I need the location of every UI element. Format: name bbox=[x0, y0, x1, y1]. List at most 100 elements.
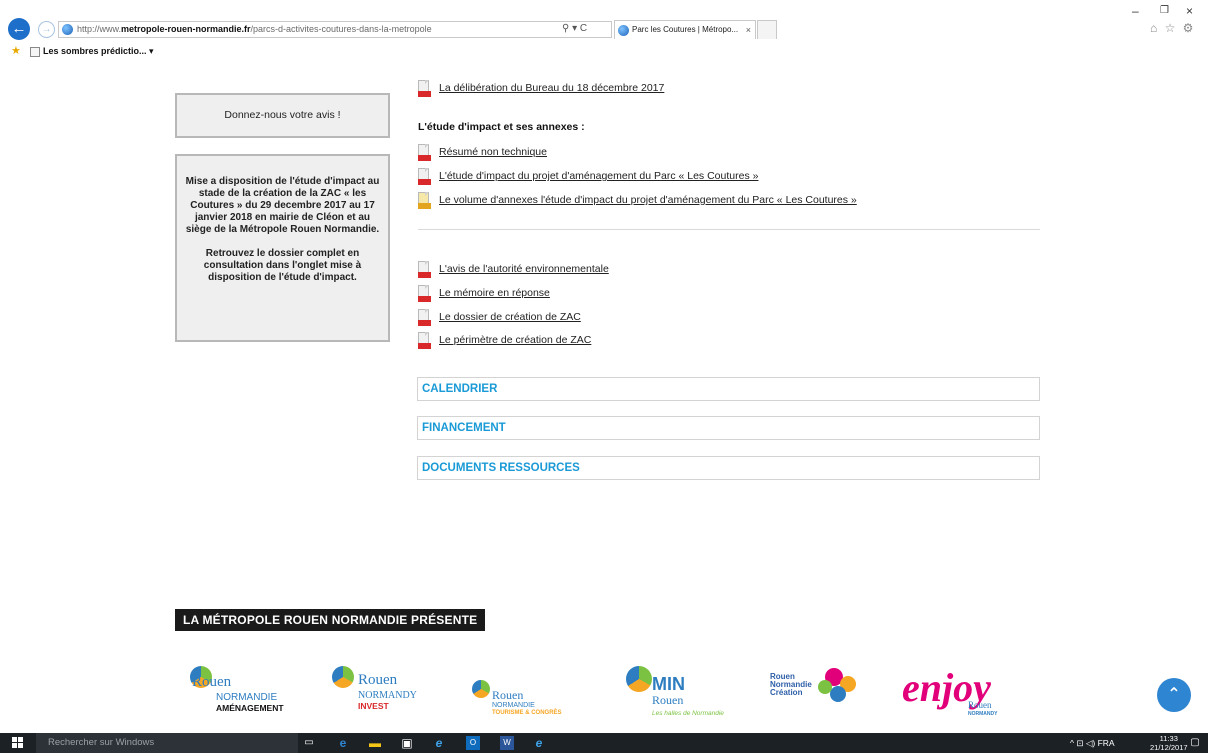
system-tray[interactable]: ^ ⊡ ◁) FRA bbox=[1070, 733, 1115, 753]
document-link[interactable]: Le dossier de création de ZAC bbox=[439, 311, 581, 323]
logo-line-1: Rouen bbox=[358, 672, 398, 688]
favorite-item[interactable]: Les sombres prédictio... ▾ bbox=[43, 42, 154, 61]
logo-line-2: Rouen bbox=[652, 693, 684, 707]
accordion-calendrier[interactable]: CALENDRIER bbox=[417, 377, 1040, 401]
accordion-financement[interactable]: FINANCEMENT bbox=[417, 416, 1040, 440]
logo-line-3: INVEST bbox=[358, 701, 389, 711]
outlook-icon[interactable]: O bbox=[466, 736, 480, 750]
task-view-icon[interactable]: ▭ bbox=[302, 736, 316, 750]
document-link[interactable]: Résumé non technique bbox=[439, 146, 547, 158]
presents-banner: LA MÉTROPOLE ROUEN NORMANDIE PRÉSENTE bbox=[175, 609, 486, 631]
document-item: Le volume d'annexes l'étude d'impact du … bbox=[418, 191, 857, 209]
feedback-box[interactable]: Donnez-nous votre avis ! bbox=[175, 93, 390, 138]
pdf-icon bbox=[418, 143, 432, 161]
url-domain: metropole-rouen-normandie.fr bbox=[121, 24, 251, 34]
document-item: Résumé non technique bbox=[418, 143, 547, 161]
logo-line-2: NORMANDIE bbox=[216, 692, 278, 703]
pdf-icon bbox=[418, 79, 432, 97]
minimize-icon[interactable]: – bbox=[1132, 4, 1139, 18]
scroll-to-top-button[interactable]: ⌃ bbox=[1157, 678, 1191, 712]
impact-heading: L'étude d'impact et ses annexes : bbox=[418, 121, 585, 133]
document-item: La délibération du Bureau du 18 décembre… bbox=[418, 79, 664, 97]
edge-icon[interactable]: e bbox=[336, 736, 350, 750]
notifications-icon[interactable]: ▢ bbox=[1188, 736, 1202, 750]
logo-rouen-normandy-invest[interactable]: Rouen NORMANDY INVEST bbox=[332, 660, 442, 720]
tab-close-icon[interactable]: × bbox=[746, 21, 751, 39]
forward-button[interactable]: → bbox=[38, 21, 55, 38]
flower-petal-icon bbox=[818, 680, 832, 694]
document-item: Le périmètre de création de ZAC bbox=[418, 331, 591, 349]
tab-title: Parc les Coutures | Métropo... bbox=[632, 25, 739, 34]
url-path: /parcs-d-activites-coutures-dans-la-metr… bbox=[250, 24, 432, 34]
back-button[interactable]: ← bbox=[8, 18, 30, 40]
logo-line-3: NORMANDY bbox=[968, 711, 998, 717]
pdf-icon bbox=[418, 260, 432, 278]
document-link[interactable]: Le périmètre de création de ZAC bbox=[439, 334, 591, 346]
tab-active[interactable]: Parc les Coutures | Métropo... × bbox=[614, 20, 756, 39]
pdf-icon bbox=[418, 331, 432, 349]
favorite-page-icon bbox=[30, 47, 40, 57]
taskbar-search-input[interactable]: Rechercher sur Windows bbox=[36, 733, 298, 753]
logo-line-2: Rouen bbox=[968, 700, 992, 710]
notice-box: Mise a disposition de l'étude d'impact a… bbox=[175, 154, 390, 342]
favorites-star-icon[interactable]: ★ bbox=[11, 42, 21, 61]
logo-line-2: NORMANDY bbox=[358, 690, 417, 701]
logo-rouen-tourisme[interactable]: Rouen NORMANDIE TOURISME & CONGRÈS bbox=[472, 660, 582, 720]
document-link[interactable]: L'étude d'impact du projet d'aménagement… bbox=[439, 170, 758, 182]
document-link[interactable]: Le mémoire en réponse bbox=[439, 287, 550, 299]
document-link[interactable]: La délibération du Bureau du 18 décembre… bbox=[439, 82, 664, 94]
clock-date: 21/12/2017 bbox=[1150, 743, 1188, 752]
document-item: L'étude d'impact du projet d'aménagement… bbox=[418, 167, 758, 185]
section-divider bbox=[418, 229, 1040, 230]
internet-explorer-active-icon[interactable]: e bbox=[532, 736, 546, 750]
archive-icon bbox=[418, 191, 432, 209]
clock-time: 11:33 bbox=[1159, 734, 1178, 743]
new-tab-button[interactable] bbox=[757, 20, 777, 39]
restore-icon[interactable]: ❐ bbox=[1160, 5, 1169, 16]
file-explorer-icon[interactable]: ▬ bbox=[368, 736, 382, 750]
document-link[interactable]: Le volume d'annexes l'étude d'impact du … bbox=[439, 194, 857, 206]
pdf-icon bbox=[418, 284, 432, 302]
word-icon[interactable]: W bbox=[500, 736, 514, 750]
logo-mark-icon bbox=[332, 666, 354, 688]
logo-min-rouen[interactable]: MIN Rouen Les halles de Normandie bbox=[626, 660, 738, 720]
logo-rouen-normandie-amenagement[interactable]: Rouen NORMANDIE AMÉNAGEMENT bbox=[190, 660, 300, 720]
close-window-icon[interactable]: × bbox=[1186, 4, 1193, 18]
address-bar[interactable]: http://www.metropole-rouen-normandie.fr/… bbox=[58, 21, 612, 38]
logo-line-1: MIN bbox=[652, 674, 685, 694]
notice-paragraph-1: Mise a disposition de l'étude d'impact a… bbox=[185, 176, 380, 235]
notice-paragraph-2: Retrouvez le dossier complet en consulta… bbox=[203, 248, 362, 283]
globe-icon bbox=[62, 24, 73, 35]
address-tools[interactable]: ⚲ ▾ C bbox=[562, 21, 587, 36]
windows-start-icon[interactable] bbox=[12, 737, 24, 749]
logo-line-1: Rouen bbox=[192, 674, 232, 690]
logo-mark-icon bbox=[626, 666, 652, 692]
document-item: Le dossier de création de ZAC bbox=[418, 308, 581, 326]
document-item: L'avis de l'autorité environnementale bbox=[418, 260, 609, 278]
logo-line-3: Création bbox=[770, 688, 803, 697]
pdf-icon bbox=[418, 167, 432, 185]
logo-line-3: TOURISME & CONGRÈS bbox=[492, 710, 562, 716]
tab-globe-icon bbox=[618, 25, 629, 36]
internet-explorer-icon[interactable]: e bbox=[432, 736, 446, 750]
flower-petal-icon bbox=[830, 686, 846, 702]
logo-rouen-normandie-creation[interactable]: Rouen Normandie Création bbox=[770, 660, 875, 720]
browser-chrome: ← → http://www.metropole-rouen-normandie… bbox=[0, 0, 1208, 62]
chevron-up-icon: ⌃ bbox=[1167, 686, 1181, 703]
windows-taskbar: Rechercher sur Windows ▭ e ▬ ▣ e O W e ^… bbox=[0, 733, 1208, 753]
logo-line-3: Les halles de Normandie bbox=[652, 710, 724, 717]
arrow-right-icon: → bbox=[41, 24, 52, 35]
url-prefix: http://www. bbox=[77, 24, 122, 34]
taskbar-clock[interactable]: 11:33 21/12/2017 bbox=[1150, 734, 1188, 752]
store-icon[interactable]: ▣ bbox=[400, 736, 414, 750]
document-item: Le mémoire en réponse bbox=[418, 284, 550, 302]
logo-enjoy-rouen[interactable]: enjoy Rouen NORMANDY bbox=[902, 660, 1027, 720]
logo-line-3: AMÉNAGEMENT bbox=[216, 703, 284, 713]
accordion-documents-ressources[interactable]: DOCUMENTS RESSOURCES bbox=[417, 456, 1040, 480]
browser-toolbar-icons[interactable]: ⌂ ☆ ⚙ bbox=[1150, 21, 1195, 35]
arrow-left-icon: ← bbox=[11, 20, 27, 37]
logo-mark-icon bbox=[472, 680, 490, 698]
document-link[interactable]: L'avis de l'autorité environnementale bbox=[439, 263, 609, 275]
pdf-icon bbox=[418, 308, 432, 326]
favorites-bar: ★ Les sombres prédictio... ▾ bbox=[0, 42, 1208, 61]
